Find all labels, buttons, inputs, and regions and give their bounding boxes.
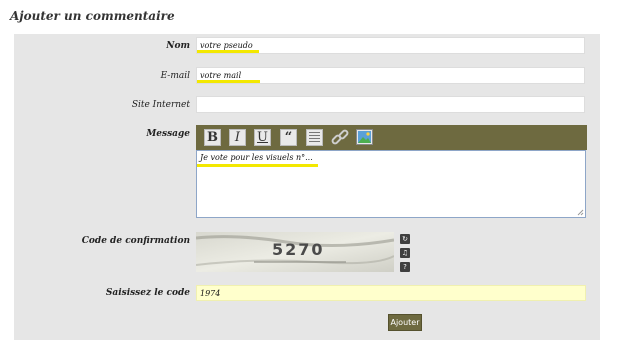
page-title: Ajouter un commentaire: [10, 9, 175, 23]
code-label: Saisissez le code: [105, 288, 190, 298]
submit-button[interactable]: Ajouter: [388, 314, 422, 331]
refresh-icon[interactable]: ↻: [400, 234, 410, 244]
captcha-code-text: 5270: [272, 240, 325, 259]
help-icon[interactable]: ?: [400, 262, 410, 272]
message-label: Message: [146, 129, 190, 139]
website-label: Site Internet: [131, 100, 190, 110]
editor-toolbar: B I U “: [196, 125, 587, 150]
email-highlight: [197, 80, 260, 83]
image-icon[interactable]: [356, 129, 373, 145]
message-highlight: [197, 164, 318, 167]
align-icon[interactable]: [306, 129, 323, 146]
italic-icon[interactable]: I: [229, 129, 246, 146]
name-highlight: [197, 50, 259, 53]
underline-icon[interactable]: U: [254, 129, 271, 146]
captcha-label: Code de confirmation: [81, 236, 190, 246]
link-icon[interactable]: [330, 128, 350, 147]
name-label: Nom: [166, 41, 190, 51]
quote-icon[interactable]: “: [280, 129, 297, 146]
captcha-code-input[interactable]: 1974: [196, 285, 586, 301]
website-field[interactable]: [196, 96, 585, 113]
message-textarea[interactable]: Je vote pour les visuels n°...: [196, 150, 586, 218]
email-label: E-mail: [160, 71, 190, 81]
bold-icon[interactable]: B: [204, 129, 221, 146]
captcha-image: 5270: [196, 232, 394, 272]
resize-grip-icon[interactable]: [577, 209, 584, 216]
message-text: Je vote pour les visuels n°...: [200, 153, 313, 162]
audio-icon[interactable]: ♫: [400, 248, 410, 258]
